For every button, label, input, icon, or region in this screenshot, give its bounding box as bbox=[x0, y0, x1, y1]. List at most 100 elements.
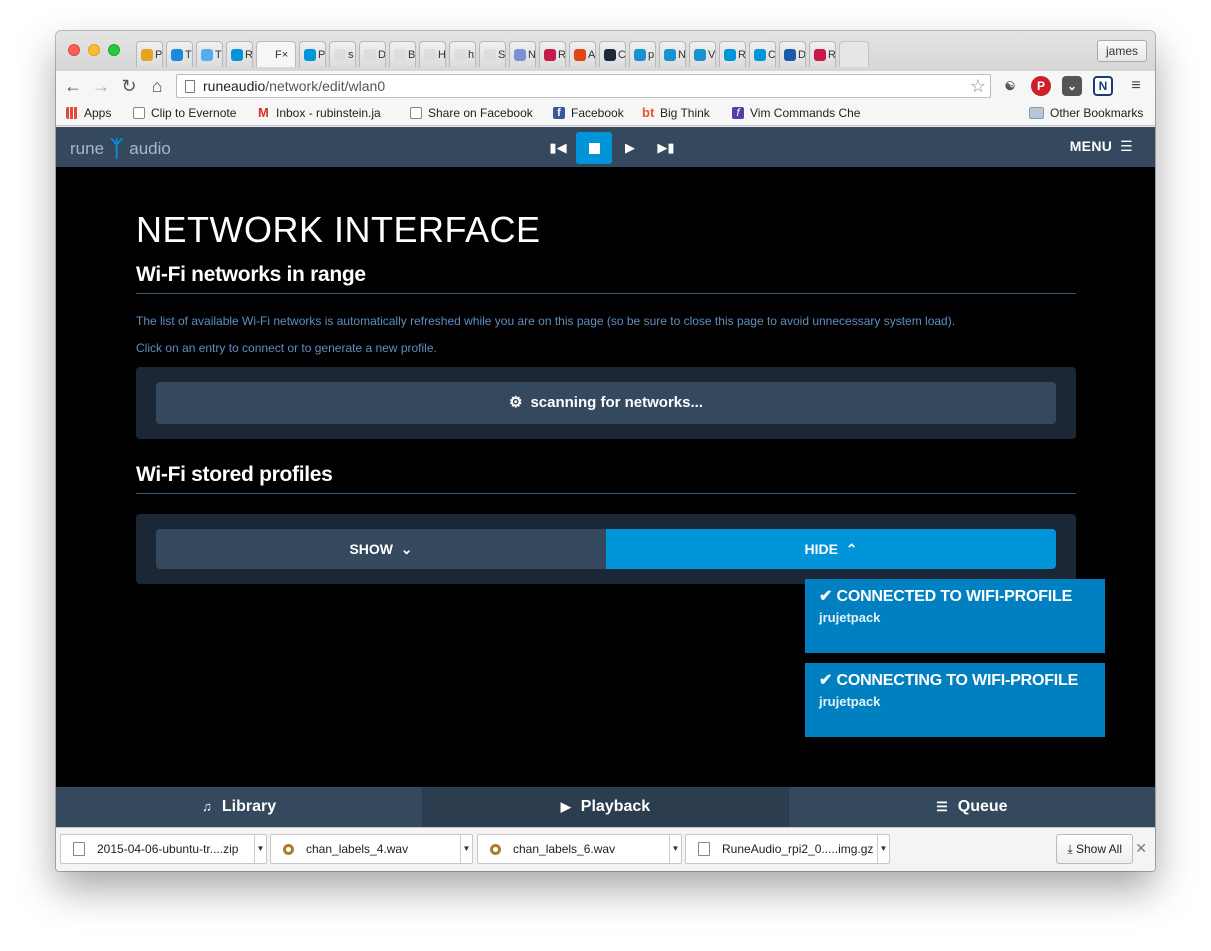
bookmark-apps[interactable]: Apps bbox=[66, 106, 111, 120]
file-icon bbox=[698, 842, 710, 856]
bookmark-other[interactable]: Other Bookmarks bbox=[1029, 106, 1143, 120]
play-icon[interactable]: ▶ bbox=[612, 132, 648, 164]
stop-icon bbox=[588, 143, 600, 155]
chevron-down-icon[interactable]: ▼ bbox=[460, 835, 472, 863]
close-window-button[interactable] bbox=[68, 44, 80, 56]
tab-label: R bbox=[558, 48, 566, 61]
notebook-icon[interactable]: N bbox=[1093, 76, 1113, 96]
browser-tab[interactable]: N bbox=[659, 41, 686, 67]
next-track-icon[interactable]: ▶▮ bbox=[648, 132, 684, 164]
close-icon[interactable]: ✕ bbox=[1135, 840, 1147, 857]
bookmark-label: Other Bookmarks bbox=[1050, 106, 1144, 120]
tab-label: Library bbox=[221, 798, 277, 815]
gmail-icon: M bbox=[258, 105, 269, 120]
hide-profiles-button[interactable]: HIDE ⌃ bbox=[606, 529, 1056, 569]
browser-tab[interactable]: T bbox=[196, 41, 223, 67]
browser-tab[interactable]: H bbox=[419, 41, 446, 67]
browser-tab[interactable]: h bbox=[449, 41, 476, 67]
menu-button[interactable]: MENU ☰ bbox=[1070, 138, 1133, 155]
chevron-down-icon[interactable]: ▼ bbox=[669, 835, 681, 863]
tab-label: Queue bbox=[957, 798, 1008, 815]
download-item[interactable]: 2015-04-06-ubuntu-tr....zip ▼ bbox=[60, 834, 267, 864]
notification-connecting[interactable]: ✔ CONNECTING TO WIFI-PROFILE jrujetpack bbox=[805, 663, 1105, 737]
browser-tab[interactable]: V bbox=[689, 41, 716, 67]
bookmark-vim[interactable]: f Vim Commands Che bbox=[732, 106, 860, 120]
url-domain: runeaudio bbox=[203, 78, 266, 94]
arch-icon bbox=[634, 48, 646, 61]
evernote-icon[interactable]: ☯ bbox=[1000, 76, 1020, 96]
runeaudio-logo[interactable]: rune ᛉ audio bbox=[70, 136, 171, 162]
show-profiles-button[interactable]: SHOW ⌄ bbox=[156, 529, 606, 569]
browser-tab[interactable]: F × bbox=[256, 41, 296, 67]
browser-tab[interactable]: R bbox=[226, 41, 253, 67]
tab-label: T bbox=[215, 48, 222, 61]
browser-tab[interactable]: C bbox=[749, 41, 776, 67]
reload-icon[interactable]: ↻ bbox=[118, 75, 140, 97]
show-all-button[interactable]: ⤓ Show All bbox=[1056, 834, 1133, 864]
browser-tab[interactable]: R bbox=[719, 41, 746, 67]
browser-tab[interactable]: R bbox=[809, 41, 836, 67]
notification-connected[interactable]: ✔ CONNECTED TO WIFI-PROFILE jrujetpack bbox=[805, 579, 1105, 653]
checkmark-icon: ✔ bbox=[819, 672, 833, 689]
notification-body: jrujetpack bbox=[819, 694, 881, 709]
refresh-help-text: The list of available Wi-Fi networks is … bbox=[136, 314, 956, 328]
browser-tab[interactable]: B bbox=[389, 41, 416, 67]
profile-button[interactable]: james bbox=[1096, 40, 1147, 62]
pinterest-icon[interactable]: P bbox=[1031, 76, 1051, 96]
browser-tab[interactable]: D bbox=[359, 41, 386, 67]
tab-queue[interactable]: ☰ Queue bbox=[789, 787, 1155, 827]
chevron-down-icon[interactable]: ▼ bbox=[254, 835, 266, 863]
forward-icon[interactable]: → bbox=[90, 75, 112, 97]
browser-tab[interactable]: C bbox=[599, 41, 626, 67]
browser-tab[interactable]: s bbox=[329, 41, 356, 67]
bookmark-facebook[interactable]: f Facebook bbox=[553, 106, 624, 120]
download-item[interactable]: RuneAudio_rpi2_0.....img.gz ▼ bbox=[685, 834, 890, 864]
browser-tab[interactable]: p bbox=[629, 41, 656, 67]
tab-library[interactable]: ♫ Library bbox=[56, 787, 422, 827]
browser-toolbar: ← → ↻ ⌂ runeaudio/network/edit/wlan0 ☆ ☯… bbox=[56, 71, 1155, 101]
previous-track-icon[interactable]: ▮◀ bbox=[540, 132, 576, 164]
back-icon[interactable]: ← bbox=[62, 75, 84, 97]
download-icon: ⤓ bbox=[1067, 842, 1073, 856]
zoom-window-button[interactable] bbox=[108, 44, 120, 56]
logo-text-rune: rune bbox=[70, 139, 105, 158]
download-item[interactable]: chan_labels_6.wav ▼ bbox=[477, 834, 682, 864]
bookmark-share-facebook[interactable]: Share on Facebook bbox=[410, 106, 533, 120]
bookmark-inbox[interactable]: M Inbox - rubinstein.ja bbox=[258, 106, 381, 120]
browser-tab[interactable]: D bbox=[779, 41, 806, 67]
browser-tab[interactable]: N bbox=[509, 41, 536, 67]
browser-tab[interactable]: A bbox=[569, 41, 596, 67]
runeaudio-app: rune ᛉ audio ▮◀ ▶ ▶▮ MENU ☰ NETWORK INTER… bbox=[56, 127, 1155, 827]
browser-tab[interactable]: R bbox=[539, 41, 566, 67]
bookmark-star-icon[interactable]: ☆ bbox=[970, 75, 986, 97]
bookmark-evernote[interactable]: Clip to Evernote bbox=[133, 106, 236, 120]
browser-tab[interactable]: T bbox=[166, 41, 193, 67]
address-bar[interactable]: runeaudio/network/edit/wlan0 ☆ bbox=[176, 74, 991, 98]
page-icon bbox=[185, 80, 195, 93]
tab-label: s bbox=[348, 48, 354, 61]
chevron-down-icon[interactable]: ▼ bbox=[877, 835, 889, 863]
download-filename: chan_labels_4.wav bbox=[306, 842, 409, 856]
home-icon[interactable]: ⌂ bbox=[146, 75, 168, 97]
browser-tab[interactable]: P bbox=[299, 41, 326, 67]
chrome-menu-icon[interactable]: ≡ bbox=[1126, 76, 1146, 96]
scanning-indicator: ⚙ scanning for networks... bbox=[156, 382, 1056, 424]
bookmark-bigthink[interactable]: bt Big Think bbox=[642, 106, 710, 120]
tab-playback[interactable]: ▶ Playback bbox=[422, 787, 789, 827]
arch-icon bbox=[694, 48, 706, 61]
browser-tab[interactable]: P bbox=[136, 41, 163, 67]
close-tab-icon[interactable]: × bbox=[282, 49, 288, 61]
tab-label: T bbox=[185, 48, 192, 61]
pocket-icon[interactable]: ⌄ bbox=[1062, 76, 1082, 96]
tab-label: F bbox=[275, 48, 282, 61]
folder-icon bbox=[1029, 107, 1044, 119]
bookmark-label: Big Think bbox=[660, 106, 710, 120]
minimize-window-button[interactable] bbox=[88, 44, 100, 56]
new-tab-button[interactable] bbox=[839, 41, 869, 67]
stop-button[interactable] bbox=[576, 132, 612, 164]
browser-tab[interactable]: S bbox=[479, 41, 506, 67]
download-item[interactable]: chan_labels_4.wav ▼ bbox=[270, 834, 473, 864]
tab-label: N bbox=[528, 48, 536, 61]
tab-label: p bbox=[648, 48, 655, 61]
audio-file-icon bbox=[283, 843, 294, 855]
